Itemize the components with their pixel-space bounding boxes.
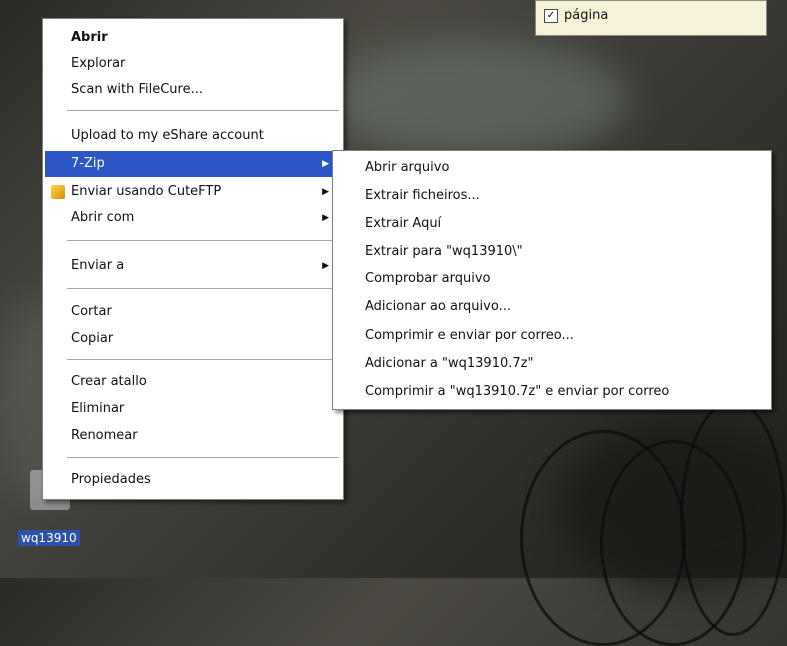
- context-menu: Abrir Explorar Scan with FileCure... Upl…: [42, 18, 344, 500]
- cable-decoration: [680, 400, 786, 636]
- menu-item-cut[interactable]: Cortar: [45, 299, 341, 325]
- submenu-item-compress-7z-email[interactable]: Comprimir a "wq13910.7z" e enviar por co…: [335, 379, 769, 404]
- menu-item-scan-filecure[interactable]: Scan with FileCure...: [45, 77, 341, 103]
- menu-item-create-shortcut[interactable]: Crear atallo: [45, 369, 341, 395]
- checkbox[interactable]: ✓: [544, 9, 558, 23]
- submenu-item-test-archive[interactable]: Comprobar arquivo: [335, 266, 769, 291]
- menu-item-label: Renomear: [71, 428, 138, 443]
- menu-separator: [67, 457, 339, 458]
- menu-item-send-to[interactable]: Enviar a ▶: [45, 253, 341, 279]
- menu-item-rename[interactable]: Renomear: [45, 423, 341, 449]
- menu-separator: [67, 359, 339, 360]
- submenu-item-extract-here[interactable]: Extrair Aquí: [335, 211, 769, 236]
- submenu-7zip: Abrir arquivo Extrair ficheiros... Extra…: [332, 150, 772, 410]
- menu-item-7zip[interactable]: 7-Zip ▶: [45, 151, 341, 177]
- submenu-item-add-to-7z[interactable]: Adicionar a "wq13910.7z": [335, 351, 769, 376]
- menu-item-label: Upload to my eShare account: [71, 128, 264, 143]
- submenu-item-compress-email[interactable]: Comprimir e enviar por correo...: [335, 323, 769, 348]
- submenu-arrow-icon: ▶: [322, 261, 329, 271]
- menu-separator: [67, 110, 339, 111]
- menu-item-label: Cortar: [71, 304, 112, 319]
- submenu-item-extract-to-folder[interactable]: Extrair para "wq13910\": [335, 239, 769, 264]
- menu-item-label: Abrir: [71, 30, 108, 45]
- checkbox-label: página: [564, 8, 609, 23]
- submenu-item-add-to-archive[interactable]: Adicionar ao arquivo...: [335, 294, 769, 319]
- menu-item-explore[interactable]: Explorar: [45, 51, 341, 77]
- menu-item-label: Enviar usando CuteFTP: [71, 184, 222, 199]
- menu-item-label: Crear atallo: [71, 374, 147, 389]
- desktop-icon-label[interactable]: wq13910: [18, 530, 80, 546]
- menu-item-upload-eshare[interactable]: Upload to my eShare account: [45, 123, 341, 149]
- menu-item-properties[interactable]: Propiedades: [45, 467, 341, 493]
- submenu-item-extract-files[interactable]: Extrair ficheiros...: [335, 183, 769, 208]
- menu-item-open[interactable]: Abrir: [45, 25, 341, 51]
- submenu-item-open-archive[interactable]: Abrir arquivo: [335, 155, 769, 180]
- cuteftp-icon: [51, 185, 65, 199]
- menu-item-label: Explorar: [71, 56, 126, 71]
- menu-item-copy[interactable]: Copiar: [45, 326, 341, 352]
- menu-item-label: Eliminar: [71, 401, 125, 416]
- menu-separator: [67, 240, 339, 241]
- menu-item-label: Scan with FileCure...: [71, 82, 203, 97]
- menu-item-send-cuteftp[interactable]: Enviar usando CuteFTP ▶: [45, 179, 341, 205]
- menu-item-delete[interactable]: Eliminar: [45, 396, 341, 422]
- background-window-fragment: ✓ página: [535, 0, 767, 36]
- submenu-arrow-icon: ▶: [322, 213, 329, 223]
- menu-item-label: Enviar a: [71, 258, 125, 273]
- submenu-arrow-icon: ▶: [322, 159, 329, 169]
- menu-item-label: 7-Zip: [71, 156, 105, 171]
- menu-item-label: Copiar: [71, 331, 114, 346]
- menu-separator: [67, 288, 339, 289]
- menu-item-open-with[interactable]: Abrir com ▶: [45, 205, 341, 231]
- menu-item-label: Propiedades: [71, 472, 151, 487]
- submenu-arrow-icon: ▶: [322, 187, 329, 197]
- desktop-background-blur: [330, 40, 630, 160]
- menu-item-label: Abrir com: [71, 210, 135, 225]
